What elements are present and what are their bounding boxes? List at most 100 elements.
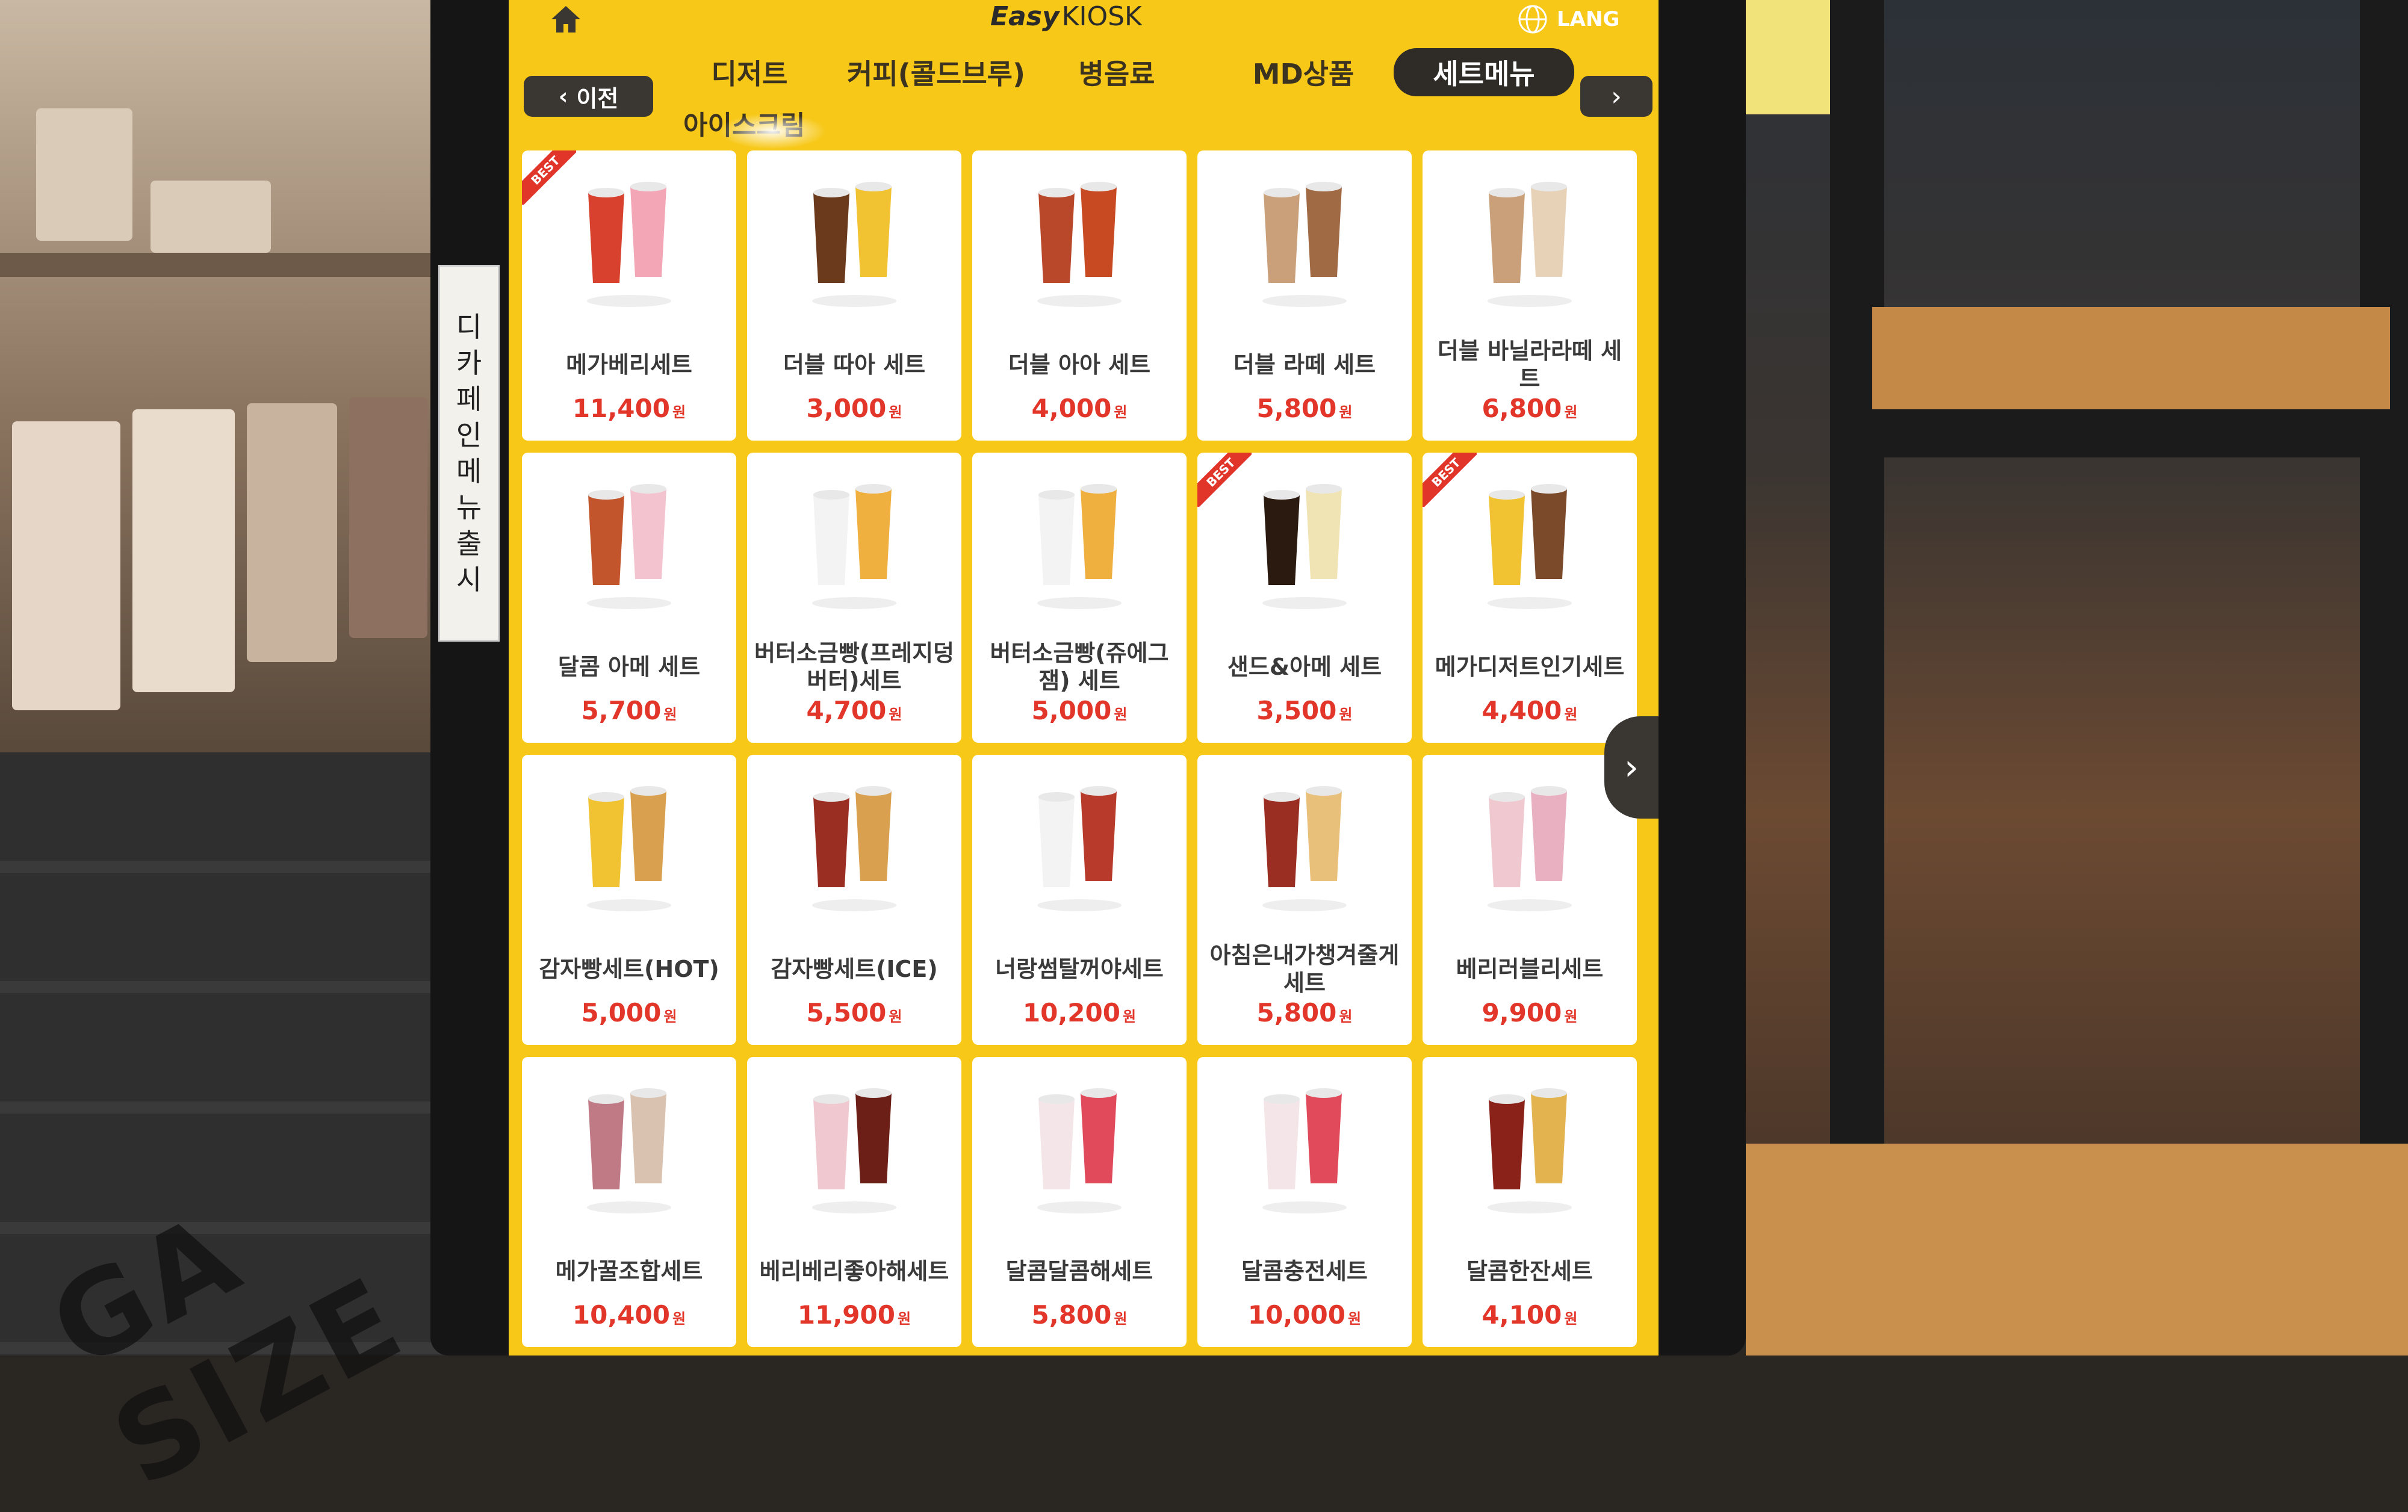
prev-category-button[interactable]: ‹ 이전 — [524, 76, 653, 117]
product-price: 5,800 — [1031, 1300, 1112, 1330]
price-row: 5,000 원 — [582, 998, 677, 1027]
price-row: 11,400 원 — [573, 394, 686, 423]
product-name: 메가디저트인기세트 — [1435, 654, 1625, 680]
price-row: 10,400 원 — [573, 1300, 686, 1330]
price-row: 5,800 원 — [1257, 394, 1353, 423]
product-card[interactable]: 달콤한잔세트 4,100 원 — [1423, 1057, 1637, 1347]
product-price: 5,000 — [581, 998, 662, 1027]
product-card[interactable]: 감자빵세트(HOT) 5,000 원 — [522, 755, 736, 1045]
product-card[interactable]: 달콤달콤해세트 5,800 원 — [972, 1057, 1187, 1347]
product-grid: BEST 메가베리세트 11,400 원 더블 따아 세트 3,000 원 더블 아아 세트 4… — [522, 150, 1652, 1356]
product-price: 9,900 — [1482, 998, 1562, 1027]
poster-char: 디 — [456, 311, 482, 343]
kiosk-screen: EasyKIOSK LANG ‹ 이전 디저트 커피(콜드브루) 병음료 MD상… — [509, 0, 1659, 1356]
price-row: 11,900 원 — [798, 1300, 911, 1330]
globe-icon — [1518, 5, 1547, 34]
cafe-background-right — [1746, 0, 2408, 1356]
product-card[interactable]: 더블 라떼 세트 5,800 원 — [1197, 150, 1412, 441]
chevron-left-icon: ‹ — [558, 83, 568, 110]
product-name: 너랑썸탈꺼야세트 — [995, 956, 1164, 982]
product-card[interactable]: BEST 샌드&아메 세트 3,500 원 — [1197, 453, 1412, 743]
product-card[interactable]: 감자빵세트(ICE) 5,500 원 — [747, 755, 961, 1045]
product-card[interactable]: 달콤충전세트 10,000 원 — [1197, 1057, 1412, 1347]
product-price: 10,200 — [1022, 998, 1120, 1027]
product-name: 달콤 아메 세트 — [557, 654, 701, 680]
product-price: 4,000 — [1031, 394, 1112, 423]
product-card[interactable]: 더블 바닐라라떼 세트 6,800 원 — [1423, 150, 1637, 441]
shelf-item — [150, 181, 271, 253]
product-name: 메가베리세트 — [566, 352, 692, 378]
product-image — [812, 1088, 896, 1213]
product-price: 5,500 — [806, 998, 887, 1027]
product-name: 베리베리좋아해세트 — [759, 1258, 949, 1284]
language-button[interactable]: LANG — [1517, 4, 1619, 35]
product-card[interactable]: 버터소금빵(프레지덩 버터)세트 4,700 원 — [747, 453, 961, 743]
currency-unit: 원 — [1339, 706, 1353, 723]
currency-unit: 원 — [1564, 706, 1578, 723]
product-card[interactable]: BEST 메가베리세트 11,400 원 — [522, 150, 736, 441]
product-price: 5,000 — [1031, 696, 1112, 725]
poster-char: 출 — [456, 527, 482, 560]
product-image — [812, 484, 896, 609]
price-row: 4,400 원 — [1482, 696, 1578, 725]
wood-counter — [1746, 1144, 2408, 1356]
product-price: 3,000 — [806, 394, 887, 423]
product-image — [1488, 182, 1572, 307]
currency-unit: 원 — [1564, 1310, 1578, 1327]
tab-dessert[interactable]: 디저트 — [689, 48, 810, 96]
product-card[interactable]: 아침은내가챙겨줄게세트 5,800 원 — [1197, 755, 1412, 1045]
currency-unit: 원 — [1564, 1008, 1578, 1025]
poster-char: 메 — [456, 455, 482, 488]
product-price: 5,700 — [581, 696, 662, 725]
tab-label: 병음료 — [1078, 58, 1155, 90]
price-row: 5,000 원 — [1032, 696, 1128, 725]
top-bar: EasyKIOSK LANG — [509, 0, 1659, 42]
product-name: 달콤한잔세트 — [1466, 1258, 1593, 1284]
tab-set-menu[interactable]: 세트메뉴 — [1394, 48, 1574, 96]
product-image — [1037, 786, 1122, 911]
product-card[interactable]: 베리러블리세트 9,900 원 — [1423, 755, 1637, 1045]
product-name: 베리러블리세트 — [1456, 956, 1604, 982]
price-row: 3,000 원 — [807, 394, 902, 423]
home-icon[interactable] — [548, 2, 584, 36]
product-price: 3,500 — [1256, 696, 1337, 725]
price-row: 6,800 원 — [1482, 394, 1578, 423]
product-box — [247, 403, 337, 662]
product-image — [812, 182, 896, 307]
product-card[interactable]: 버터소금빵(쥬에그잼) 세트 5,000 원 — [972, 453, 1187, 743]
tab-label: 세트메뉴 — [1433, 58, 1535, 90]
product-card[interactable]: 더블 아아 세트 4,000 원 — [972, 150, 1187, 441]
best-badge-label: BEST — [1197, 453, 1252, 507]
currency-unit: 원 — [663, 1008, 677, 1025]
wood-shelf — [1872, 307, 2390, 409]
tab-coffee-coldbrew[interactable]: 커피(콜드브루) — [834, 48, 1038, 96]
product-card[interactable]: 더블 따아 세트 3,000 원 — [747, 150, 961, 441]
currency-unit: 원 — [1114, 404, 1128, 421]
currency-unit: 원 — [1347, 1310, 1362, 1327]
product-price: 11,900 — [797, 1300, 895, 1330]
price-row: 9,900 원 — [1482, 998, 1578, 1027]
best-badge: BEST — [522, 150, 576, 205]
product-card[interactable]: 베리베리좋아해세트 11,900 원 — [747, 1057, 961, 1347]
currency-unit: 원 — [889, 404, 902, 421]
product-name: 더블 라떼 세트 — [1233, 352, 1376, 378]
poster-char: 시 — [456, 563, 482, 596]
product-card[interactable]: 너랑썸탈꺼야세트 10,200 원 — [972, 755, 1187, 1045]
product-price: 5,800 — [1256, 394, 1337, 423]
poster-char: 페 — [456, 383, 482, 415]
product-card[interactable]: 달콤 아메 세트 5,700 원 — [522, 453, 736, 743]
tab-bottled-drinks[interactable]: 병음료 — [1063, 48, 1171, 96]
next-category-button[interactable]: › — [1580, 76, 1652, 117]
tab-label: 커피(콜드브루) — [847, 58, 1025, 90]
product-card[interactable]: BEST 메가디저트인기세트 4,400 원 — [1423, 453, 1637, 743]
currency-unit: 원 — [1339, 1008, 1353, 1025]
product-card[interactable]: 메가꿀조합세트 10,400 원 — [522, 1057, 736, 1347]
product-name: 달콤충전세트 — [1241, 1258, 1368, 1284]
price-row: 4,100 원 — [1482, 1300, 1578, 1330]
product-box — [12, 421, 120, 710]
best-badge: BEST — [1197, 453, 1252, 507]
product-image — [587, 1088, 671, 1213]
poster-char: 카 — [456, 347, 482, 379]
tab-md-goods[interactable]: MD상품 — [1243, 48, 1364, 96]
next-page-button[interactable]: › — [1604, 716, 1659, 819]
